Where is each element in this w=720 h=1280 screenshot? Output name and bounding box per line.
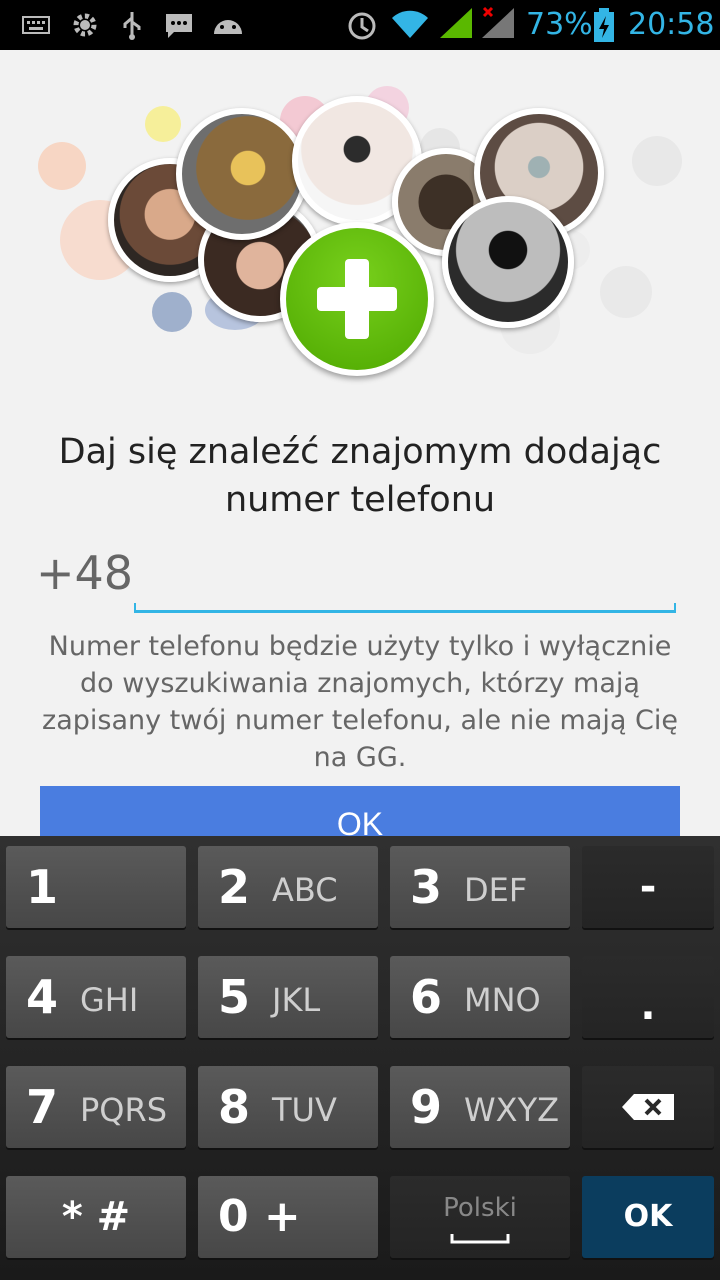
ok-button[interactable]: OK	[40, 786, 680, 836]
battery-charging-icon	[594, 8, 614, 42]
country-code-prefix: +48	[36, 546, 134, 600]
key-label: .	[640, 983, 656, 1029]
key-0[interactable]: 0 +	[198, 1176, 378, 1258]
key-backspace[interactable]	[582, 1066, 714, 1148]
key-letters: DEF	[464, 871, 528, 909]
decor-bubble	[38, 142, 86, 190]
key-number: 1	[26, 860, 59, 914]
key-label: 0 +	[218, 1191, 301, 1242]
key-ok[interactable]: OK	[582, 1176, 714, 1258]
key-label: OK	[623, 1199, 673, 1234]
decor-bubble	[152, 292, 192, 332]
keyboard-icon	[22, 16, 50, 34]
message-icon	[166, 14, 192, 38]
numeric-keyboard: 1 2 ABC 3 DEF - 4 GHI 5 JKL 6 MNO . 7 PQRS 8 TU…	[0, 836, 720, 1280]
key-dot[interactable]: .	[582, 956, 714, 1038]
privacy-note: Numer telefonu będzie użyty tylko i wyłą…	[42, 631, 678, 773]
key-3[interactable]: 3 DEF	[390, 846, 570, 928]
decor-bubble	[632, 136, 682, 186]
avatar	[176, 108, 308, 240]
main-content: Daj się znaleźć znajomym dodając numer t…	[0, 50, 720, 836]
key-language[interactable]: Polski	[390, 1176, 570, 1258]
decor-bubble	[145, 106, 181, 142]
key-9[interactable]: 9 WXYZ	[390, 1066, 570, 1148]
add-plus-icon	[317, 259, 397, 339]
key-letters: PQRS	[80, 1091, 168, 1129]
settings-icon	[73, 13, 97, 37]
android-icon	[214, 20, 242, 34]
battery-percent: 73%	[526, 7, 593, 42]
add-button[interactable]	[280, 222, 434, 376]
key-label: -	[639, 864, 657, 910]
key-dash[interactable]: -	[582, 846, 714, 928]
key-1[interactable]: 1	[6, 846, 186, 928]
key-star-hash[interactable]: * #	[6, 1176, 186, 1258]
wifi-icon	[392, 10, 428, 38]
spacebar-icon	[450, 1234, 510, 1244]
key-letters: GHI	[80, 981, 139, 1019]
key-letters: JKL	[272, 981, 321, 1019]
key-7[interactable]: 7 PQRS	[6, 1066, 186, 1148]
phone-number-input[interactable]	[134, 546, 674, 610]
usb-icon	[123, 12, 141, 40]
key-4[interactable]: 4 GHI	[6, 956, 186, 1038]
key-number: 4	[26, 970, 59, 1024]
status-bar: 73% 20:58	[0, 0, 720, 50]
clock: 20:58	[628, 7, 715, 42]
key-number: 5	[218, 970, 251, 1024]
key-number: 7	[26, 1080, 59, 1134]
key-6[interactable]: 6 MNO	[390, 956, 570, 1038]
key-number: 9	[410, 1080, 443, 1134]
key-letters: TUV	[272, 1091, 337, 1129]
key-number: 8	[218, 1080, 251, 1134]
key-letters: WXYZ	[464, 1091, 560, 1129]
key-number: 2	[218, 860, 251, 914]
key-letters: MNO	[464, 981, 541, 1019]
key-number: 6	[410, 970, 443, 1024]
key-2[interactable]: 2 ABC	[198, 846, 378, 928]
backspace-icon	[622, 1094, 674, 1120]
key-8[interactable]: 8 TUV	[198, 1066, 378, 1148]
headline: Daj się znaleźć znajomym dodając numer t…	[58, 432, 662, 520]
input-underline	[134, 603, 676, 613]
signal-icon	[440, 8, 472, 38]
avatar	[442, 196, 574, 328]
alarm-icon	[348, 12, 376, 40]
no-signal-icon	[482, 6, 514, 38]
key-label: * #	[61, 1194, 131, 1240]
key-5[interactable]: 5 JKL	[198, 956, 378, 1038]
key-letters: ABC	[272, 871, 338, 909]
key-number: 3	[410, 860, 443, 914]
decor-bubble	[600, 266, 652, 318]
